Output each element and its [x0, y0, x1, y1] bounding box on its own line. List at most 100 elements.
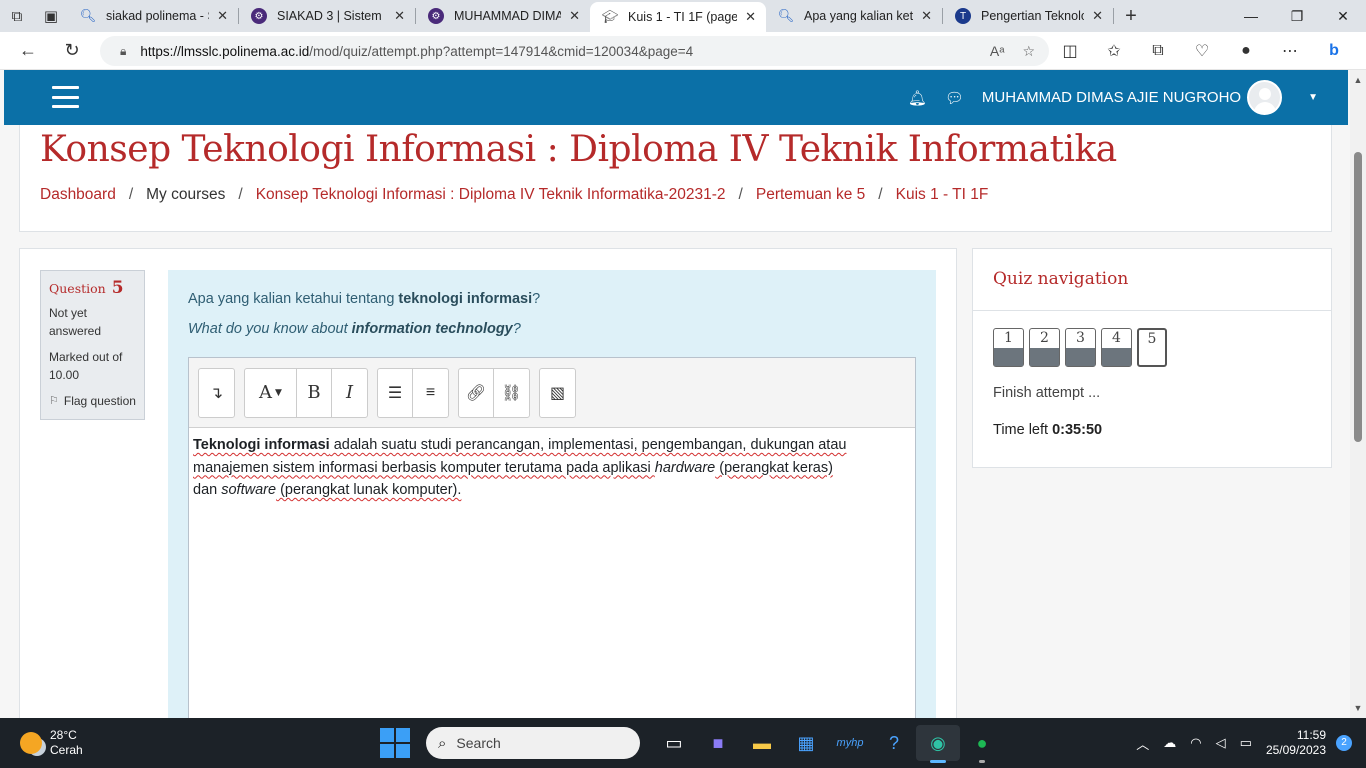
italic-icon[interactable]: I: [332, 369, 367, 417]
toolbar-group: ▧: [539, 367, 576, 418]
chat-icon[interactable]: 💬︎: [945, 89, 964, 107]
ordered-list-icon[interactable]: ≡: [413, 369, 448, 417]
quiz-nav-button-4[interactable]: 4: [1101, 328, 1132, 367]
scrollbar-thumb[interactable]: [1354, 152, 1362, 442]
settings-more-icon[interactable]: ⋯: [1268, 41, 1312, 61]
paragraph-style-icon[interactable]: A ▼: [245, 368, 297, 417]
windows-start-icon[interactable]: [380, 728, 410, 758]
editor-toolbar: ↴ A ▼ B I ☰ ≡ 🔗︎ ⛓ ▧: [189, 358, 915, 428]
microsoft-store-icon[interactable]: ▦: [784, 725, 828, 761]
browser-tab-6[interactable]: T Pengertian Teknologi ✕: [943, 0, 1113, 32]
question-status: Not yet answered: [49, 306, 102, 338]
close-tab-icon[interactable]: ✕: [569, 8, 580, 24]
unordered-list-icon[interactable]: ☰: [378, 368, 413, 417]
clock[interactable]: 11:59 25/09/2023: [1266, 728, 1326, 758]
bold-icon[interactable]: B: [297, 368, 332, 417]
new-tab-button[interactable]: +: [1114, 5, 1148, 28]
answer-italic: software: [221, 482, 277, 498]
link-icon[interactable]: 🔗︎: [459, 368, 494, 417]
running-indicator: [979, 760, 985, 763]
answered-indicator: [994, 348, 1023, 366]
weather-widget[interactable]: 28°C Cerah: [20, 728, 83, 758]
flag-question-button[interactable]: ⚐ Flag question: [49, 392, 136, 410]
volume-icon[interactable]: ◁: [1216, 735, 1226, 751]
moodle-navbar: 🔔︎ 💬︎ MUHAMMAD DIMAS AJIE NUGROHO ▼: [4, 70, 1348, 125]
quiz-nav-button-3[interactable]: 3: [1065, 328, 1096, 367]
question-number-value: 5: [111, 278, 124, 298]
browser-essentials-icon[interactable]: ♡: [1180, 41, 1224, 61]
url-field[interactable]: 🔒︎ https://lmsslc.polinema.ac.id/mod/qui…: [100, 36, 1049, 66]
quiz-nav-button-2[interactable]: 2: [1029, 328, 1060, 367]
minimize-icon[interactable]: —: [1228, 0, 1274, 32]
question-text-part: ?: [512, 321, 521, 337]
breadcrumb-separator: /: [128, 186, 134, 203]
get-help-icon[interactable]: ?: [872, 725, 916, 761]
read-aloud-icon[interactable]: Aᵃ: [990, 43, 1005, 60]
browser-tab-1[interactable]: 🔍︎ siakad polinema - Se ✕: [68, 0, 238, 32]
flag-question-label: Flag question: [63, 394, 136, 408]
close-tab-icon[interactable]: ✕: [745, 9, 756, 25]
copilot-icon[interactable]: b: [1312, 42, 1356, 60]
myhp-icon[interactable]: myhp: [828, 725, 872, 761]
answer-italic: hardware: [654, 459, 716, 476]
chevron-up-icon[interactable]: ︿: [1136, 734, 1149, 753]
clock-date: 25/09/2023: [1265, 743, 1326, 757]
taskbar-search[interactable]: ⌕ Search: [426, 727, 640, 759]
finish-attempt-link[interactable]: Finish attempt ...: [993, 385, 1100, 401]
split-screen-icon[interactable]: ◫: [1048, 41, 1092, 61]
breadcrumb-dashboard[interactable]: Dashboard: [40, 186, 116, 204]
answer-textarea[interactable]: Teknologi informasi adalah suatu studi p…: [189, 428, 915, 508]
avatar[interactable]: [1247, 80, 1283, 115]
breadcrumb-course[interactable]: Konsep Teknologi Informasi : Diploma IV …: [256, 186, 726, 204]
favorites-icon[interactable]: ✩: [1092, 41, 1136, 61]
tab-actions-icon[interactable]: ▣: [34, 0, 68, 32]
battery-icon[interactable]: ▭: [1240, 735, 1252, 751]
spotify-icon[interactable]: ●: [960, 725, 1004, 763]
user-name[interactable]: MUHAMMAD DIMAS AJIE NUGROHO: [982, 89, 1241, 106]
wifi-icon[interactable]: ◠: [1190, 735, 1201, 751]
hamburger-menu-icon[interactable]: [52, 86, 79, 108]
question-marks: Marked out of 10.00: [49, 350, 123, 382]
favorite-star-icon[interactable]: ☆: [1022, 43, 1035, 60]
edge-browser-icon[interactable]: ◉: [916, 725, 960, 763]
workspaces-icon[interactable]: ⧉: [0, 0, 34, 32]
scroll-down-icon[interactable]: ▼: [1350, 700, 1366, 716]
refresh-button[interactable]: ↻: [52, 32, 92, 70]
close-tab-icon[interactable]: ✕: [921, 8, 932, 24]
breadcrumb-quiz[interactable]: Kuis 1 - TI 1F: [896, 186, 989, 204]
page-scrollbar[interactable]: ▲ ▼: [1350, 70, 1366, 718]
browser-tab-2[interactable]: ⚙ SIAKAD 3 | Sistem Inf ✕: [239, 0, 415, 32]
browser-tab-5[interactable]: 🔍︎ Apa yang kalian ketah ✕: [766, 0, 942, 32]
tab-title: Kuis 1 - TI 1F (page 5: [628, 10, 738, 24]
teams-chat-icon[interactable]: ■: [696, 725, 740, 761]
quiz-nav-button-1[interactable]: 1: [993, 328, 1024, 367]
close-tab-icon[interactable]: ✕: [217, 8, 228, 24]
close-tab-icon[interactable]: ✕: [394, 8, 405, 24]
restore-icon[interactable]: ❐: [1274, 0, 1320, 32]
browser-tab-3[interactable]: ⚙ MUHAMMAD DIMAS ✕: [416, 0, 590, 32]
show-more-buttons-icon[interactable]: ↴: [199, 369, 234, 417]
lock-icon[interactable]: 🔒︎: [120, 44, 126, 59]
running-indicator: [930, 760, 946, 763]
breadcrumb-section[interactable]: Pertemuan ke 5: [756, 186, 865, 204]
time-left-label: Time left: [993, 422, 1049, 438]
collections-icon[interactable]: ⧉: [1136, 42, 1180, 60]
weather-temp: 28°C: [50, 728, 77, 742]
search-icon: 🔍︎: [79, 8, 97, 23]
close-window-icon[interactable]: ✕: [1320, 0, 1366, 32]
notification-badge[interactable]: 2: [1336, 735, 1352, 751]
file-explorer-icon[interactable]: ▬: [740, 725, 784, 761]
close-tab-icon[interactable]: ✕: [1092, 8, 1103, 24]
scroll-up-icon[interactable]: ▲: [1350, 72, 1366, 88]
browser-tab-4-active[interactable]: 🎓︎ Kuis 1 - TI 1F (page 5 ✕: [590, 2, 766, 32]
profile-icon[interactable]: ●: [1224, 42, 1268, 60]
back-button[interactable]: ←: [8, 32, 48, 70]
image-icon[interactable]: ▧: [540, 369, 575, 417]
quiz-nav-button-5-current[interactable]: 5: [1137, 328, 1167, 367]
bell-icon[interactable]: 🔔︎: [908, 89, 927, 107]
toolbar-group: A ▼ B I: [244, 367, 368, 418]
task-view-icon[interactable]: ▭: [652, 725, 696, 761]
chevron-down-icon[interactable]: ▼: [1308, 92, 1318, 103]
unlink-icon[interactable]: ⛓: [494, 369, 529, 417]
onedrive-cloud-icon[interactable]: ☁: [1163, 735, 1176, 751]
